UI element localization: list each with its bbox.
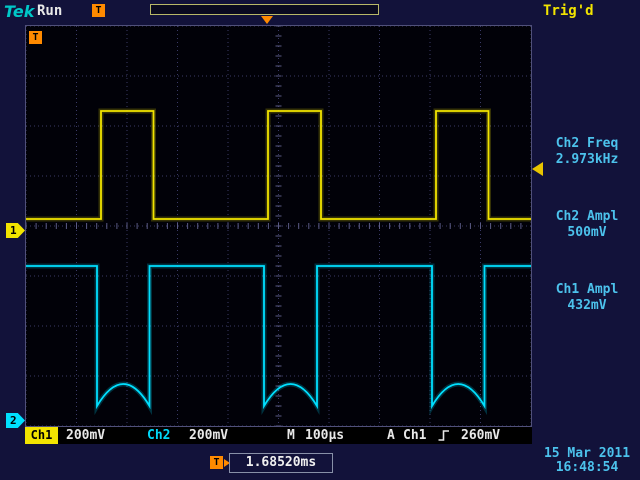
trigger-source-readout: Ch1 [403, 427, 426, 444]
trigger-level-readout: 260mV [461, 427, 500, 444]
time-readout: 16:48:54 [536, 461, 638, 475]
graticule: T [25, 25, 532, 427]
horizontal-position-readout: 1.68520ms [229, 453, 333, 473]
measurement-label: Ch2 Freq [536, 136, 638, 152]
ch1-ground-marker: 1 [6, 223, 25, 238]
ch1-channel-badge: Ch1 [25, 427, 58, 444]
ch2-scale-readout: 200mV [189, 427, 228, 444]
measurement-label: Ch1 Ampl [536, 282, 638, 298]
ch2-channel-badge: Ch2 [147, 427, 170, 444]
oscilloscope-screen: Tek Run T Trig'd T 1 2 Ch2 Freq 2.973kHz… [0, 0, 640, 480]
ch1-scale-readout: 200mV [66, 427, 105, 444]
measurement-value: 432mV [536, 298, 638, 314]
record-view-bar [150, 4, 379, 15]
trigger-prefix: A [387, 427, 395, 444]
waveform-plot [26, 26, 531, 426]
status-bar: Ch1 200mV Ch2 200mV M 100µs A Ch1 260mV [25, 427, 532, 444]
trigger-position-arrow-icon [261, 16, 273, 24]
timebase-label: M [287, 427, 295, 444]
measurement-value: 2.973kHz [536, 152, 638, 168]
timebase-readout: 100µs [305, 427, 344, 444]
trigger-t-icon-footer: T [210, 456, 223, 469]
trigger-t-icon-corner: T [29, 31, 42, 44]
measurement-label: Ch2 Ampl [536, 209, 638, 225]
ch2-ground-marker: 2 [6, 413, 25, 428]
rising-edge-icon [437, 429, 450, 447]
date-readout: 15 Mar 2011 [536, 447, 638, 461]
measurement-ch2-freq: Ch2 Freq 2.973kHz [536, 136, 638, 168]
measurement-value: 500mV [536, 225, 638, 241]
acquisition-status: Run [37, 3, 62, 19]
trigger-status: Trig'd [543, 3, 594, 19]
tek-logo: Tek [4, 2, 34, 21]
measurement-ch1-ampl: Ch1 Ampl 432mV [536, 282, 638, 314]
measurement-ch2-ampl: Ch2 Ampl 500mV [536, 209, 638, 241]
trigger-t-icon-top: T [92, 4, 105, 17]
